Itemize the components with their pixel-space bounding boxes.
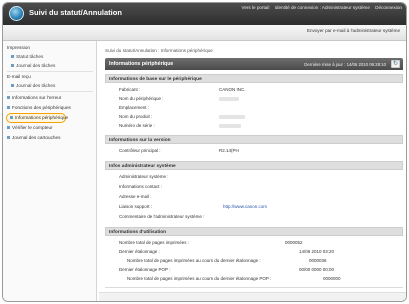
label-emplacement: Emplacement :	[119, 105, 150, 110]
main-content: Suivi du statut/Annulation : Information…	[99, 41, 406, 301]
label-commentaire: Commentaire de l'administrateur système …	[119, 214, 205, 219]
breadcrumb: Suivi du statut/Annulation : Information…	[105, 48, 213, 53]
label-dernier-etalonnage: Dernier étalonnage :	[119, 249, 160, 254]
label-liaison: Liaison support :	[119, 204, 153, 209]
value-pages-etalonnage-pop: 0000000	[323, 276, 341, 281]
bullet-icon	[7, 136, 10, 140]
value-total-pages: 0000052	[285, 240, 303, 245]
section-basic-info: Informations de base sur le périphérique	[105, 74, 403, 83]
label-controleur: Contrôleur principal :	[119, 148, 161, 153]
bullet-icon	[11, 84, 14, 88]
sidebar-item-journal-email[interactable]: Journal des tâches	[11, 83, 55, 88]
label-etalonnage-pop: Dernier étalonnage POP :	[119, 267, 171, 272]
label-nom-produit: Nom du produit :	[119, 114, 153, 119]
last-update: Dernière mise à jour : 14/06 2010 06:28:…	[304, 61, 386, 67]
label-email: Adresse e-mail :	[119, 194, 152, 199]
portal-link[interactable]: Vers le portail	[242, 5, 270, 10]
sub-bar: Envoyer par e-mail à l'administrateur sy…	[3, 25, 406, 41]
label-total-pages: Nombre total de pages imprimées :	[119, 240, 190, 245]
label-pages-etalonnage-pop: Nombre total de pages imprimées au cours…	[127, 276, 272, 281]
label-nom-peripherique: Nom du périphérique :	[119, 96, 164, 101]
sidebar-item-journal-impression[interactable]: Journal des tâches	[11, 63, 55, 68]
sidebar-item-erreur[interactable]: Informations sur l'erreur	[7, 95, 61, 100]
sidebar-group-impression: Impression	[7, 45, 30, 50]
redacted-value	[219, 124, 241, 128]
label-fabricant: Fabricant :	[119, 87, 141, 92]
label-contact: Informations contact :	[119, 184, 163, 189]
sidebar-item-statut-taches[interactable]: Statut tâches	[11, 54, 43, 59]
top-bar: Suivi du statut/Annulation Vers le porta…	[3, 3, 406, 25]
redacted-value	[219, 97, 239, 101]
app-window: Suivi du statut/Annulation Vers le porta…	[2, 2, 407, 302]
redacted-value	[219, 115, 245, 119]
bullet-icon	[11, 64, 14, 68]
bottom-bar	[99, 292, 406, 301]
panel-title: Informations périphérique	[109, 61, 174, 67]
sidebar-divider	[7, 91, 93, 92]
email-admin-link[interactable]: Envoyer par e-mail à l'administrateur sy…	[307, 28, 400, 33]
sidebar-divider	[7, 71, 93, 72]
sidebar: Impression Statut tâches Journal des tâc…	[3, 41, 97, 301]
logout-link[interactable]: Déconnexion	[375, 5, 402, 10]
bullet-icon	[7, 96, 10, 100]
section-usage: Informations d'utilisation	[105, 227, 403, 236]
section-divider	[105, 287, 403, 288]
label-numero-serie: Numéro de série :	[119, 123, 155, 128]
sidebar-item-cartouches[interactable]: Journal des cartouches	[7, 135, 60, 140]
sidebar-group-email: E-mail reçu	[7, 74, 31, 79]
sidebar-item-compteur[interactable]: Vérifier le compteur	[7, 125, 53, 130]
bullet-icon	[11, 55, 14, 59]
app-title: Suivi du statut/Annulation	[29, 8, 122, 17]
label-pages-etalonnage: Nombre total de pages imprimées au cours…	[127, 258, 261, 263]
panel-header: Informations périphérique Dernière mise …	[105, 58, 403, 70]
value-controleur: R2.14(PH	[219, 148, 239, 153]
bullet-icon	[7, 106, 10, 110]
support-link[interactable]: http://www.canon.com	[223, 204, 267, 209]
value-fabricant: CANON INC.	[219, 87, 246, 92]
login-identity: Identité de connexion : Administrateur s…	[274, 5, 370, 10]
sidebar-item-informations-peripherique[interactable]: Informations périphérique	[6, 113, 68, 123]
refresh-icon[interactable]: ↻	[391, 60, 400, 68]
bullet-icon	[10, 116, 13, 120]
app-logo-icon	[9, 6, 24, 21]
value-dernier-etalonnage: 14/06 2010 03:20	[299, 249, 335, 254]
bullet-icon	[7, 126, 10, 130]
section-version: Informations sur la version	[105, 135, 403, 144]
section-admin: Infos administrateur système	[105, 161, 403, 170]
value-pages-etalonnage: 0000036	[309, 258, 327, 263]
value-etalonnage-pop: 00/00 0000 00:00	[299, 267, 335, 272]
label-admin: Administrateur système :	[119, 174, 169, 179]
top-links: Vers le portail Identité de connexion : …	[238, 5, 402, 10]
sidebar-item-fonctions[interactable]: Fonctions des périphériques	[7, 105, 71, 110]
